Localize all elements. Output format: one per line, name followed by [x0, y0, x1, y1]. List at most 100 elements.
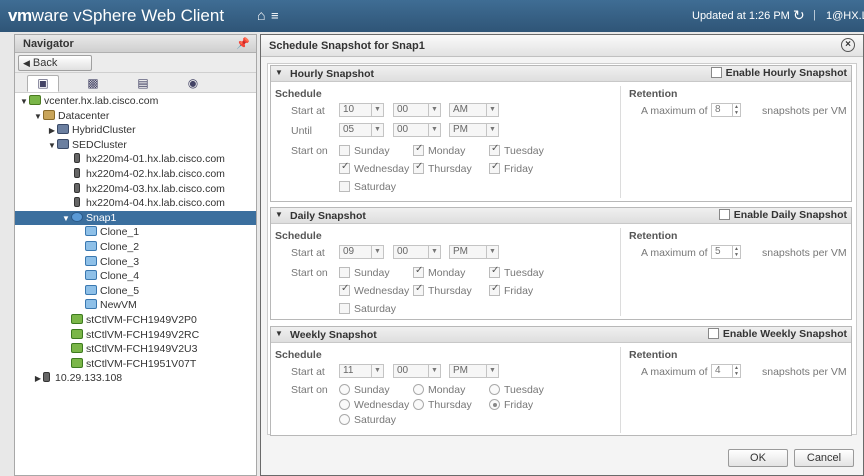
hourly-day-wednesday[interactable]: Wednesday	[339, 161, 409, 175]
hourly-day-friday[interactable]: Friday	[489, 161, 533, 175]
expanded-icon[interactable]: ▼	[19, 95, 29, 109]
daily-max-stepper[interactable]: 5 ▲ ▼	[711, 245, 741, 259]
checkbox[interactable]	[339, 283, 350, 296]
collapsed-icon[interactable]: ▶	[33, 372, 43, 386]
tab-vms-templates[interactable]: ▩	[77, 75, 109, 92]
tree-node[interactable]: stCtlVM-FCH1949V2U3	[15, 342, 256, 356]
radio-button[interactable]	[413, 399, 424, 410]
daily-day-sunday[interactable]: Sunday	[339, 267, 390, 279]
tree-node[interactable]: stCtlVM-FCH1949V2RC	[15, 328, 256, 342]
tree-node[interactable]: hx220m4-03.hx.lab.cisco.com	[15, 182, 256, 196]
daily-start-hour-select[interactable]: 09 ▼	[339, 245, 384, 259]
daily-day-monday[interactable]: Monday	[413, 265, 465, 279]
checkbox[interactable]	[413, 283, 424, 296]
collapse-caret-icon[interactable]: ▼	[275, 210, 283, 219]
daily-start-ampm-select[interactable]: PM ▼	[449, 245, 499, 259]
tree-node[interactable]: ▼ Snap1	[15, 210, 256, 226]
weekly-day-tuesday[interactable]: Tuesday	[489, 384, 544, 396]
hourly-start-ampm-select[interactable]: AM ▼	[449, 103, 499, 117]
tree-node[interactable]: stCtlVM-FCH1949V2P0	[15, 313, 256, 327]
tree-node[interactable]: hx220m4-02.hx.lab.cisco.com	[15, 167, 256, 181]
hourly-max-stepper[interactable]: 8 ▲ ▼	[711, 103, 741, 117]
tree-node[interactable]: Clone_1	[15, 225, 256, 239]
weekly-day-monday[interactable]: Monday	[413, 384, 465, 396]
ok-button[interactable]: OK	[728, 449, 788, 467]
weekly-day-friday[interactable]: Friday	[489, 399, 533, 411]
hourly-day-monday[interactable]: Monday	[413, 143, 465, 157]
stepper-arrows-icon[interactable]: ▲ ▼	[732, 104, 740, 116]
enable-daily-checkbox[interactable]: Enable Daily Snapshot	[718, 209, 847, 221]
back-button[interactable]: ◀ Back	[18, 55, 92, 71]
checkbox[interactable]	[339, 181, 350, 192]
daily-day-thursday[interactable]: Thursday	[413, 283, 472, 297]
hourly-section-header[interactable]: ▼ Hourly Snapshot Enable Hourly Snapshot	[271, 66, 851, 82]
expanded-icon[interactable]: ▼	[33, 110, 43, 124]
hourly-start-hour-select[interactable]: 10 ▼	[339, 103, 384, 117]
checkbox[interactable]	[489, 143, 500, 156]
collapsed-icon[interactable]: ▶	[47, 124, 57, 138]
hourly-day-tuesday[interactable]: Tuesday	[489, 143, 544, 157]
tree-node[interactable]: hx220m4-04.hx.lab.cisco.com	[15, 196, 256, 210]
refresh-icon[interactable]: ↻	[793, 7, 805, 24]
daily-day-tuesday[interactable]: Tuesday	[489, 265, 544, 279]
weekly-day-wednesday[interactable]: Wednesday	[339, 399, 409, 411]
weekly-day-sunday[interactable]: Sunday	[339, 384, 390, 396]
checkbox[interactable]	[339, 267, 350, 278]
radio-button[interactable]	[339, 399, 350, 410]
collapse-caret-icon[interactable]: ▼	[275, 329, 283, 338]
weekly-section-header[interactable]: ▼ Weekly Snapshot Enable Weekly Snapshot	[271, 327, 851, 343]
daily-day-wednesday[interactable]: Wednesday	[339, 283, 409, 297]
tree-node[interactable]: NewVM	[15, 298, 256, 312]
tab-hosts-clusters[interactable]: ▣	[27, 75, 59, 92]
menu-icon[interactable]: ≡	[271, 8, 279, 23]
tab-networking[interactable]: ◉	[177, 75, 209, 92]
weekly-max-stepper[interactable]: 4 ▲ ▼	[711, 364, 741, 378]
weekly-day-thursday[interactable]: Thursday	[413, 399, 472, 411]
checkbox[interactable]	[339, 145, 350, 156]
expanded-icon[interactable]: ▼	[47, 139, 57, 153]
collapse-caret-icon[interactable]: ▼	[275, 68, 283, 77]
weekly-start-hour-select[interactable]: 11 ▼	[339, 364, 384, 378]
tree-node[interactable]: ▼ SEDCluster	[15, 138, 256, 152]
checkbox[interactable]	[413, 161, 424, 174]
radio-button[interactable]	[339, 384, 350, 395]
checkbox[interactable]	[339, 161, 350, 174]
tree-node[interactable]: ▼ vcenter.hx.lab.cisco.com	[15, 94, 256, 108]
hourly-day-sunday[interactable]: Sunday	[339, 145, 390, 157]
daily-day-friday[interactable]: Friday	[489, 283, 533, 297]
tree-node[interactable]: Clone_5	[15, 284, 256, 298]
tree-node[interactable]: ▶ 10.29.133.108	[15, 371, 256, 385]
home-icon[interactable]: ⌂	[257, 7, 265, 23]
radio-button[interactable]	[489, 399, 500, 410]
tree-node[interactable]: stCtlVM-FCH1951V07T	[15, 357, 256, 371]
weekly-start-minute-select[interactable]: 00 ▼	[393, 364, 441, 378]
daily-section-header[interactable]: ▼ Daily Snapshot Enable Daily Snapshot	[271, 208, 851, 224]
enable-weekly-checkbox[interactable]: Enable Weekly Snapshot	[707, 328, 847, 340]
stepper-arrows-icon[interactable]: ▲ ▼	[732, 365, 740, 377]
hourly-until-minute-select[interactable]: 00 ▼	[393, 123, 441, 137]
hourly-day-thursday[interactable]: Thursday	[413, 161, 472, 175]
enable-weekly-box[interactable]	[707, 328, 719, 339]
radio-button[interactable]	[339, 414, 350, 425]
stepper-arrows-icon[interactable]: ▲ ▼	[732, 246, 740, 258]
weekly-start-ampm-select[interactable]: PM ▼	[449, 364, 499, 378]
radio-button[interactable]	[489, 384, 500, 395]
tree-node[interactable]: ▶ HybridCluster	[15, 123, 256, 137]
radio-button[interactable]	[413, 384, 424, 395]
hourly-day-saturday[interactable]: Saturday	[339, 181, 396, 193]
hourly-start-minute-select[interactable]: 00 ▼	[393, 103, 441, 117]
enable-hourly-checkbox[interactable]: Enable Hourly Snapshot	[710, 67, 847, 79]
expanded-icon[interactable]: ▼	[61, 212, 71, 226]
hourly-until-ampm-select[interactable]: PM ▼	[449, 123, 499, 137]
tree-node[interactable]: Clone_4	[15, 269, 256, 283]
tab-storage[interactable]: ▤	[127, 75, 159, 92]
cancel-button[interactable]: Cancel	[794, 449, 854, 467]
tree-node[interactable]: Clone_3	[15, 255, 256, 269]
checkbox[interactable]	[413, 143, 424, 156]
weekly-day-saturday[interactable]: Saturday	[339, 414, 396, 426]
close-icon[interactable]: ×	[841, 38, 855, 52]
pin-icon[interactable]: 📌	[236, 37, 250, 50]
user-menu[interactable]: 1@HX.L	[826, 10, 864, 22]
checkbox[interactable]	[489, 161, 500, 174]
enable-daily-box[interactable]	[718, 209, 730, 220]
